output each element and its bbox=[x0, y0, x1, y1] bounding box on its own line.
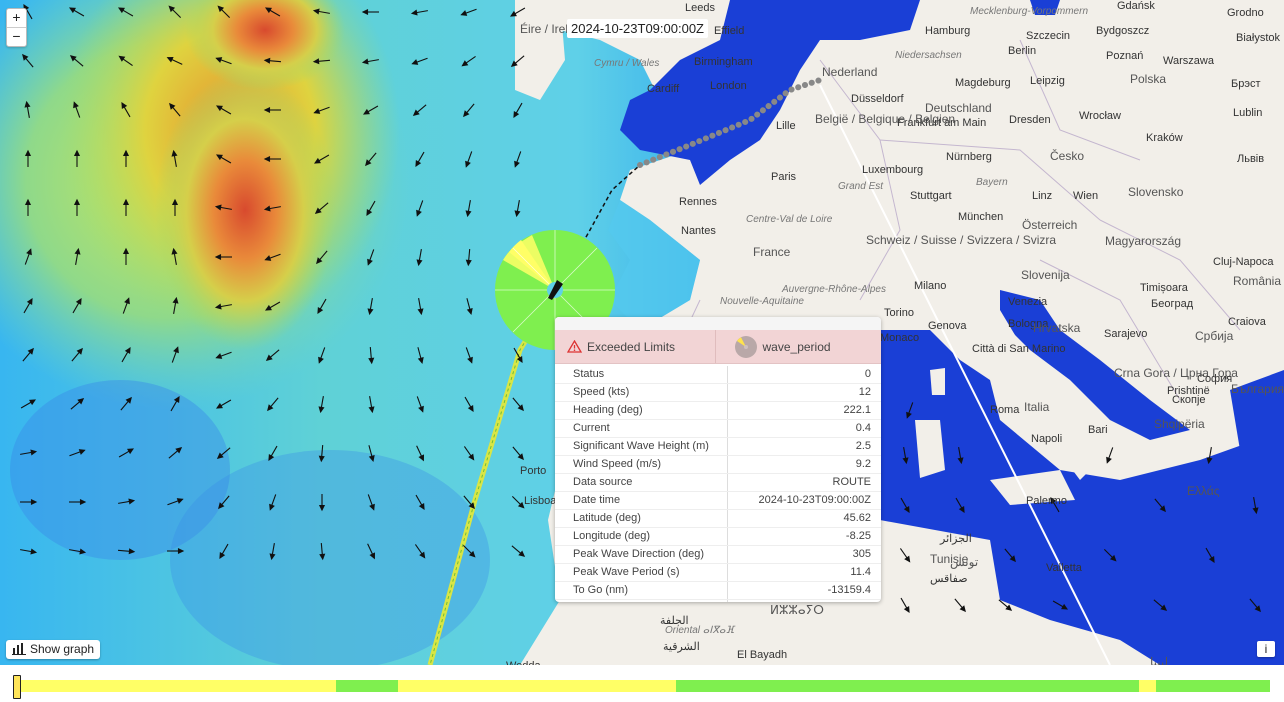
timeline-segment-ok[interactable] bbox=[1156, 680, 1270, 692]
map-timestamp: 2024-10-23T09:00:00Z bbox=[567, 19, 708, 38]
panel-row: Peak Wave Period (s) 11.4 bbox=[555, 564, 881, 582]
panel-row-key: Current bbox=[555, 420, 728, 437]
panel-row-key: Significant Wave Height (m) bbox=[555, 438, 728, 455]
panel-row-value: 2.5 bbox=[855, 440, 871, 452]
panel-row-key: Heading (deg) bbox=[555, 402, 728, 419]
panel-row: Latitude (deg) 45.62 bbox=[555, 510, 881, 528]
panel-row: Date time 2024-10-23T09:00:00Z bbox=[555, 492, 881, 510]
panel-header bbox=[555, 317, 881, 330]
panel-row-value: 222.1 bbox=[843, 404, 871, 416]
panel-tabs: Exceeded Limits wave_period bbox=[555, 330, 881, 364]
timeline-segment-ok[interactable] bbox=[676, 680, 1139, 692]
panel-row-value: 0.4 bbox=[855, 422, 871, 434]
panel-row: Data source ROUTE bbox=[555, 474, 881, 492]
panel-row-key: Date time bbox=[555, 492, 728, 509]
timeline-bar[interactable] bbox=[0, 665, 1284, 702]
show-graph-label: Show graph bbox=[30, 642, 95, 656]
bar-chart-icon bbox=[12, 643, 26, 655]
panel-row-key: To Go (nm) bbox=[555, 582, 728, 599]
tab-exceeded-limits[interactable]: Exceeded Limits bbox=[555, 330, 716, 363]
panel-row-key: Status bbox=[555, 366, 728, 383]
panel-row: Significant Wave Height (m) 2.5 bbox=[555, 438, 881, 456]
show-graph-button[interactable]: Show graph bbox=[6, 640, 101, 659]
timeline-slider-handle[interactable] bbox=[13, 675, 21, 699]
route-point-panel: Exceeded Limits wave_period Status 0 Speed… bbox=[555, 317, 881, 602]
panel-row: Wind Direction (deg)119 bbox=[555, 600, 881, 602]
zoom-out-button[interactable]: − bbox=[7, 27, 26, 46]
panel-row-key: Wind Speed (m/s) bbox=[555, 456, 728, 473]
panel-row-value: 305 bbox=[852, 548, 871, 560]
panel-row-value: 9.2 bbox=[855, 458, 871, 470]
tab-wave-label: wave_period bbox=[762, 339, 831, 354]
panel-row: Wind Speed (m/s) 9.2 bbox=[555, 456, 881, 474]
timeline-segment-warn[interactable] bbox=[397, 680, 677, 692]
panel-row-value: 0 bbox=[864, 368, 871, 380]
panel-row: Speed (kts) 12 bbox=[555, 384, 881, 402]
panel-row-value: 2024-10-23T09:00:00Z bbox=[758, 494, 871, 506]
wave-period-pie-icon bbox=[734, 335, 757, 358]
panel-row: Peak Wave Direction (deg) 305 bbox=[555, 546, 881, 564]
zoom-in-button[interactable]: + bbox=[7, 9, 26, 27]
panel-rows: Status 0 Speed (kts) 12 Heading (deg) 222.1 Cu… bbox=[555, 364, 881, 602]
panel-row-value: 119 bbox=[728, 600, 881, 602]
panel-row: To Go (nm) -13159.4 bbox=[555, 582, 881, 600]
zoom-control: + − bbox=[6, 8, 27, 47]
panel-row-key: Speed (kts) bbox=[555, 384, 728, 401]
panel-row-value: 45.62 bbox=[843, 512, 871, 524]
panel-row-value: -8.25 bbox=[845, 530, 871, 542]
panel-row-value: ROUTE bbox=[832, 476, 872, 488]
panel-row-value: -13159.4 bbox=[827, 584, 871, 596]
panel-row: Current 0.4 bbox=[555, 420, 881, 438]
panel-row-key: Wind Direction (deg) bbox=[555, 600, 728, 602]
panel-row-key: Peak Wave Direction (deg) bbox=[555, 546, 728, 563]
panel-row-key: Data source bbox=[555, 474, 728, 491]
timeline-track[interactable] bbox=[20, 680, 1270, 692]
panel-row: Longitude (deg) -8.25 bbox=[555, 528, 881, 546]
info-button[interactable]: i bbox=[1257, 641, 1275, 657]
timeline-segment-warn[interactable] bbox=[1138, 680, 1157, 692]
timeline-segment-warn[interactable] bbox=[20, 680, 337, 692]
tab-exceeded-label: Exceeded Limits bbox=[587, 339, 676, 354]
panel-row-value: 12 bbox=[858, 386, 871, 398]
panel-row: Heading (deg) 222.1 bbox=[555, 402, 881, 420]
panel-row-key: Peak Wave Period (s) bbox=[555, 564, 728, 581]
timeline-segment-ok[interactable] bbox=[336, 680, 398, 692]
panel-row-key: Latitude (deg) bbox=[555, 510, 728, 527]
panel-row: Status 0 bbox=[555, 366, 881, 384]
warning-icon bbox=[567, 340, 582, 353]
panel-row-key: Longitude (deg) bbox=[555, 528, 728, 545]
tab-wave-period[interactable]: wave_period bbox=[716, 330, 882, 363]
panel-row-value: 11.4 bbox=[850, 566, 871, 578]
